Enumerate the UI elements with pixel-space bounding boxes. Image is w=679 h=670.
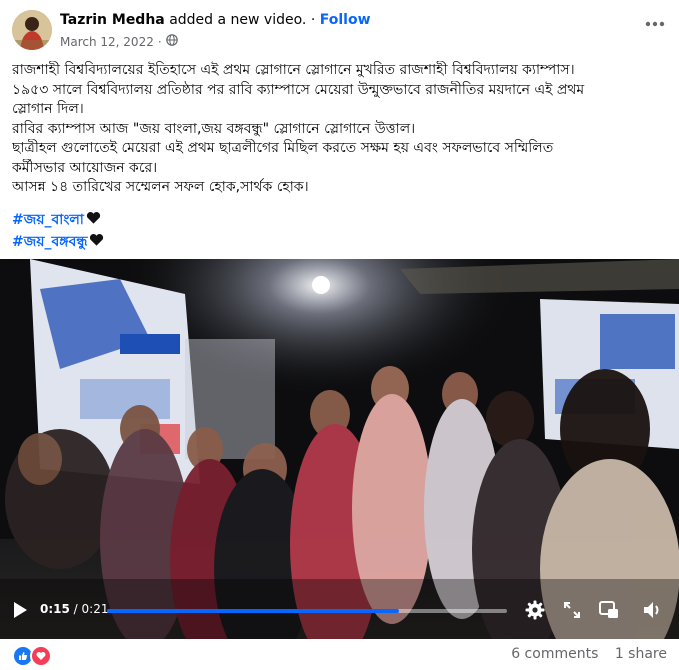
author-name[interactable]: Tazrin Medha	[60, 12, 165, 28]
post-header: Tazrin Medha added a new video. · Follow…	[0, 0, 679, 56]
hashtag-joy-bangla[interactable]: #জয়_বাংলা	[12, 208, 101, 232]
progress-fill	[107, 609, 399, 613]
body-line: রাবির ক্যাম্পাস আজ "জয় বাংলা,জয় বঙ্গবন…	[12, 120, 416, 137]
post-title-line: Tazrin Medha added a new video. · Follow	[60, 12, 371, 28]
progress-bar[interactable]	[107, 609, 507, 613]
hashtag-joy-bangabandhu[interactable]: #জয়_বঙ্গবন্ধু	[12, 230, 104, 254]
more-options-icon[interactable]	[645, 12, 665, 28]
settings-icon[interactable]	[525, 600, 545, 624]
fullscreen-icon[interactable]	[564, 602, 580, 622]
post-date[interactable]: March 12, 2022	[60, 35, 154, 49]
body-line: ছাত্রীহল গুলোতেই মেয়েরা এই প্রথম ছাত্রল…	[12, 140, 554, 156]
body-line: আসন্ন ১৪ তারিখের সম্মেলন সফল হোক,সার্থক …	[12, 179, 309, 195]
volume-icon[interactable]	[642, 600, 662, 624]
hashtag-text[interactable]: #জয়_বাংলা	[12, 208, 84, 232]
current-time: 0:15	[40, 602, 70, 616]
body-line: কর্মীসভার আয়োজন করে।	[12, 159, 158, 176]
video-frame	[0, 259, 679, 639]
globe-icon	[165, 34, 178, 49]
hashtag-text[interactable]: #জয়_বঙ্গবন্ধু	[12, 230, 87, 254]
shares-count[interactable]: 1 share	[615, 646, 667, 662]
play-icon[interactable]	[12, 601, 28, 623]
black-heart-icon	[89, 233, 104, 251]
body-line: রাজশাহী বিশ্ববিদ্যালয়ের ইতিহাসে এই প্রথ…	[12, 62, 575, 78]
title-separator: ·	[306, 12, 320, 28]
black-heart-icon	[86, 211, 101, 229]
reaction-summary[interactable]	[12, 645, 52, 667]
video-player[interactable]: 0:15 / 0:21	[0, 259, 679, 639]
miniplayer-icon[interactable]	[599, 601, 619, 623]
time-display: 0:15 / 0:21	[40, 602, 108, 616]
video-controls: 0:15 / 0:21	[0, 589, 679, 634]
post-meta: March 12, 2022 ·	[60, 34, 178, 49]
time-separator: /	[69, 602, 82, 616]
body-line: ১৯৫৩ সালে বিশ্ববিদ্যালয় প্রতিষ্ঠার পর র…	[12, 81, 585, 98]
comments-count[interactable]: 6 comments	[511, 646, 598, 662]
author-avatar[interactable]	[12, 10, 52, 50]
body-line: স্লোগান দিল।	[12, 101, 84, 117]
meta-separator: ·	[157, 34, 162, 49]
engagement-bar: 6 comments 1 share	[0, 639, 679, 670]
love-icon	[30, 645, 52, 667]
post-action: added a new video.	[169, 12, 307, 28]
engagement-counts: 6 comments 1 share	[511, 646, 667, 662]
duration: 0:21	[81, 602, 109, 616]
post-body: রাজশাহী বিশ্ববিদ্যালয়ের ইতিহাসে এই প্রথ…	[12, 61, 672, 198]
follow-button[interactable]: Follow	[320, 12, 371, 28]
